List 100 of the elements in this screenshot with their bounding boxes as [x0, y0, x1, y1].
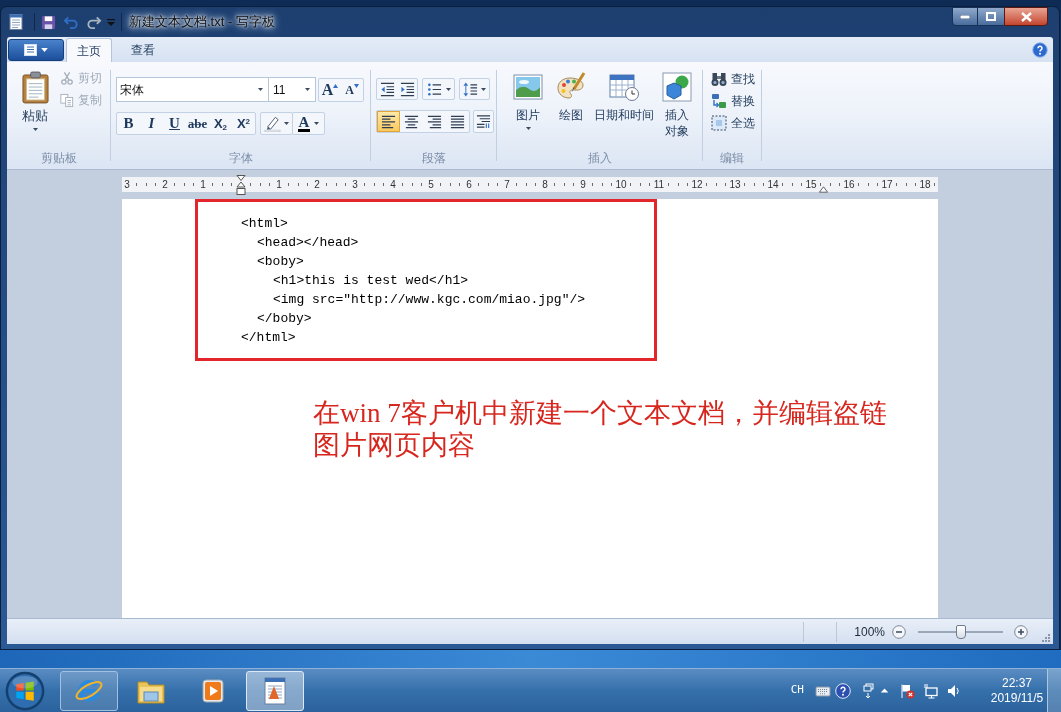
underline-button[interactable]: U	[163, 113, 186, 134]
ribbon-tab[interactable]: 查看	[120, 38, 166, 62]
bold-button[interactable]: B	[117, 113, 140, 134]
shrink-font-button[interactable]: A	[341, 78, 363, 101]
code-line: <h1>this is test wed</h1>	[273, 272, 469, 290]
maximize-button[interactable]	[978, 7, 1004, 26]
find-button[interactable]: 查找	[711, 71, 755, 87]
font-size-field[interactable]: 11	[268, 77, 316, 102]
ruler-number: 4	[390, 178, 396, 192]
italic-button[interactable]: I	[140, 113, 163, 134]
minus-icon	[892, 624, 906, 639]
dropdown-icon	[107, 18, 115, 26]
align-right-icon	[427, 114, 442, 129]
list-button[interactable]	[422, 78, 455, 100]
resize-grip-icon	[1040, 632, 1050, 642]
clock-date: 2019/11/5	[990, 690, 1044, 706]
caret-icon	[481, 87, 486, 91]
grow-font-button[interactable]: A	[319, 78, 341, 101]
code-line: </html>	[241, 329, 296, 347]
group-label: 字体	[228, 150, 253, 166]
subscript-button[interactable]: X$_{2}$	[209, 113, 232, 134]
binoculars-icon	[711, 71, 727, 87]
start-button[interactable]	[4, 669, 46, 712]
zoom-in-button[interactable]	[1014, 624, 1028, 639]
zoom-out-button[interactable]	[892, 624, 906, 639]
minimize-button[interactable]	[952, 7, 978, 26]
windows-down-arrow-icon	[862, 682, 876, 699]
copy-icon	[60, 92, 74, 108]
app-menu-button[interactable]	[8, 38, 64, 61]
help-icon	[1032, 41, 1048, 58]
ruler-number: 1	[276, 178, 282, 192]
increase-indent-icon	[399, 81, 415, 97]
wordpad-taskbar-button[interactable]	[246, 670, 304, 711]
up-arrow-icon	[879, 688, 889, 693]
ruler-number: 8	[542, 178, 548, 192]
font-family-field[interactable]: 宋体	[116, 77, 269, 102]
undo-icon	[63, 14, 79, 30]
highlight-color-button[interactable]	[260, 112, 293, 135]
replace-button[interactable]: 替换	[711, 93, 755, 109]
ruler-number: 1	[200, 178, 206, 192]
ruler-number: 12	[691, 178, 703, 192]
group-label: 编辑	[720, 150, 744, 166]
ruler-number: 6	[466, 178, 472, 192]
paste-button[interactable]: 粘贴	[14, 68, 56, 140]
line-spacing-icon	[463, 81, 478, 97]
help-button[interactable]	[1032, 41, 1048, 58]
annotation-text: 在win 7客户机中新建一个文本文档，并编辑盗链图片网页内容	[313, 397, 888, 461]
arrow-up-icon	[333, 83, 339, 88]
ruler-number: 11	[653, 178, 665, 192]
date-time-button[interactable]: 日期和时间	[591, 70, 657, 123]
decrease-indent-icon	[379, 81, 395, 97]
document-menu-icon	[24, 43, 37, 56]
align-left-icon	[381, 114, 396, 129]
font-color-button[interactable]: A	[292, 112, 325, 135]
ruler-number: 2	[162, 178, 168, 192]
ruler-number: 3	[124, 178, 130, 192]
wordpad-app-icon	[8, 14, 24, 30]
select-all-button[interactable]: 全选	[711, 115, 755, 131]
input-language-text[interactable]: CH	[790, 682, 804, 699]
ruler-number: 2	[314, 178, 320, 192]
code-line: <html>	[241, 215, 288, 233]
group-label: 剪贴板	[41, 150, 77, 166]
calendar-clock-icon	[608, 72, 640, 102]
flag-error-icon	[899, 682, 915, 699]
indent-marker-icon	[236, 175, 246, 196]
group-label: 插入	[587, 150, 612, 166]
window-title: 新建文本文档.txt - 写字板	[129, 13, 275, 32]
paragraph-settings-button[interactable]	[473, 110, 494, 133]
zoom-level-text: 100%	[853, 623, 885, 641]
scissors-icon	[60, 70, 74, 86]
ribbon-tab[interactable]: 主页	[66, 38, 112, 62]
caret-icon	[445, 87, 451, 91]
align-left-button[interactable]	[377, 111, 400, 132]
line-spacing-button[interactable]	[459, 78, 490, 100]
paragraph-settings-icon	[476, 114, 491, 129]
minimize-icon	[960, 14, 970, 19]
close-button[interactable]	[1004, 7, 1048, 26]
paint-drawing-button[interactable]: 绘图	[553, 70, 589, 123]
insert-object-button[interactable]: 插入对象	[659, 70, 695, 139]
highlighter-pen-icon	[264, 115, 281, 132]
caret-icon	[32, 128, 38, 131]
align-center-icon	[404, 114, 419, 129]
select-all-icon	[711, 115, 727, 131]
caret-icon	[305, 88, 310, 91]
network-icon	[923, 682, 939, 699]
bullet-list-icon	[426, 81, 442, 97]
palette-icon	[556, 72, 586, 102]
ruler-number: 9	[580, 178, 586, 192]
help-icon	[835, 682, 851, 699]
caret-icon	[258, 88, 263, 91]
code-line: </boby>	[257, 310, 312, 328]
zoom-slider-thumb[interactable]	[955, 624, 966, 639]
right-indent-marker-icon	[819, 186, 828, 193]
clock[interactable]: 22:37 2019/11/5	[989, 675, 1045, 706]
ruler-number: 5	[428, 178, 434, 192]
group-label: 段落	[421, 150, 446, 166]
caret-icon	[284, 122, 289, 125]
superscript-button[interactable]: X$^{2}$	[232, 113, 255, 134]
caret-icon	[41, 47, 48, 52]
insert-picture-button[interactable]: 图片	[507, 70, 549, 130]
